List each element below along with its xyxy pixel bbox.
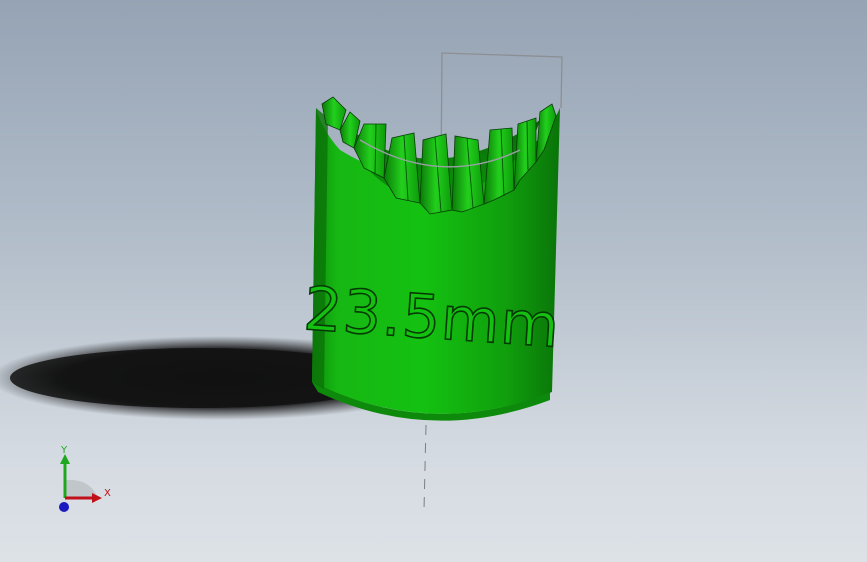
triad-x-label: X — [104, 488, 111, 499]
model-scene[interactable]: 23.5mm — [0, 0, 867, 562]
triad-y-label: Y — [61, 445, 68, 456]
view-orientation-triad[interactable]: Y X — [40, 440, 120, 520]
graphics-viewport[interactable]: 23.5mm Y X — [0, 0, 867, 562]
triad-x-arrowhead — [92, 493, 102, 503]
triad-graphic — [59, 454, 102, 512]
triad-z-axis — [59, 502, 69, 512]
axis-line-lower — [423, 424, 427, 511]
